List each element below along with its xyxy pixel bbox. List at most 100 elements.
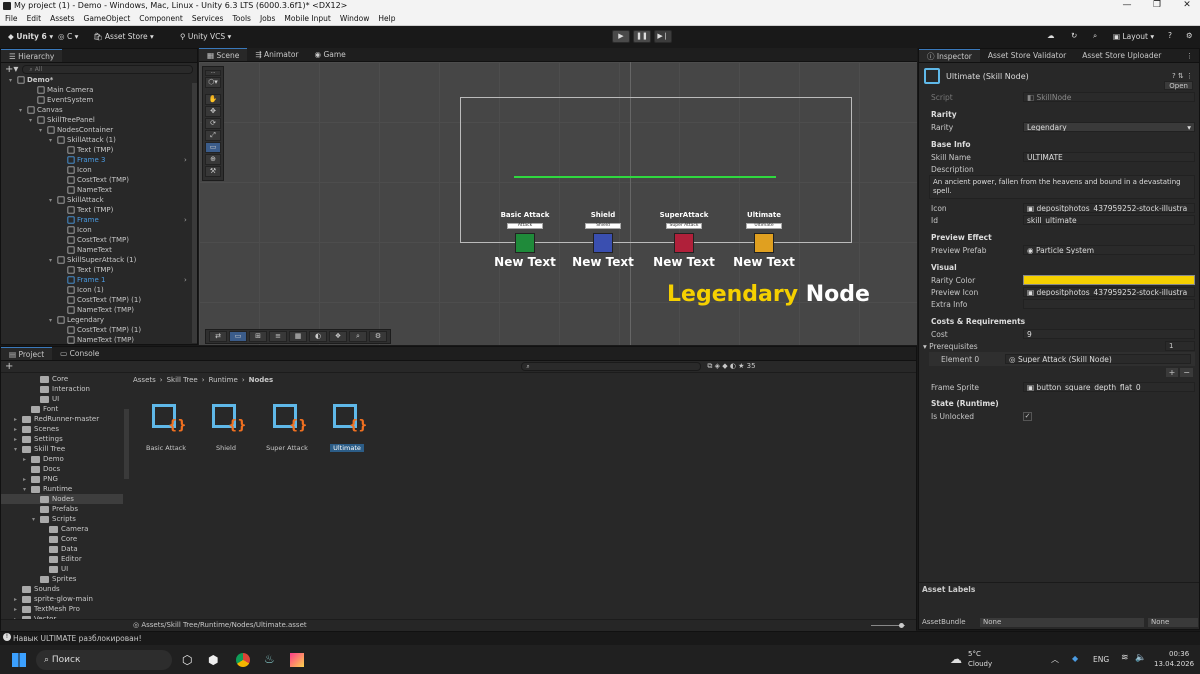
taskbar-search-input[interactable]: ⌕ Поиск: [36, 650, 172, 670]
hierarchy-item[interactable]: Frame ›: [1, 215, 191, 225]
rect-snap-icon[interactable]: ▭: [229, 331, 247, 342]
folder-item[interactable]: Camera: [1, 524, 123, 534]
expand-arrow-icon[interactable]: ▾: [32, 515, 40, 525]
folder-item[interactable]: ▾ Skill Tree: [1, 444, 123, 454]
menu-gameobject[interactable]: GameObject: [84, 13, 131, 25]
folder-item[interactable]: Core: [1, 534, 123, 544]
scale-tool-icon[interactable]: ⤢: [205, 130, 221, 141]
panel-menu-icon[interactable]: ⋮: [1186, 49, 1193, 62]
expand-arrow-icon[interactable]: ▾: [49, 196, 57, 206]
gizmos-icon[interactable]: ⚙: [369, 331, 387, 342]
tab-console[interactable]: ▭ Console: [52, 347, 107, 360]
search-scene-icon[interactable]: ⌕: [349, 331, 367, 342]
grid-snap-icon[interactable]: ≡: [269, 331, 287, 342]
folder-item[interactable]: ▸ sprite-glow-main: [1, 594, 123, 604]
windows-start-icon[interactable]: [12, 653, 26, 667]
hierarchy-item[interactable]: NameText: [1, 185, 191, 195]
folder-item[interactable]: ▸ Demo: [1, 454, 123, 464]
folder-item[interactable]: Font: [1, 404, 123, 414]
maximize-icon[interactable]: ❐: [1144, 0, 1170, 13]
hierarchy-item[interactable]: NameText: [1, 245, 191, 255]
rider-icon[interactable]: [290, 653, 304, 667]
hierarchy-item[interactable]: ▾ Canvas: [1, 105, 191, 115]
add-asset-icon[interactable]: +: [5, 361, 13, 372]
folder-item[interactable]: ▾ Scripts: [1, 514, 123, 524]
folder-item[interactable]: Editor: [1, 554, 123, 564]
tab-inspector[interactable]: ⓘ Inspector: [919, 49, 980, 62]
grid-icon[interactable]: ▦: [289, 331, 307, 342]
cloud-icon[interactable]: ☁: [1047, 31, 1055, 40]
close-icon[interactable]: ✕: [1174, 0, 1200, 13]
hierarchy-item[interactable]: ▾ Demo*: [1, 75, 191, 85]
tab-hierarchy[interactable]: ☰ Hierarchy: [1, 49, 63, 62]
folder-item[interactable]: Sprites: [1, 574, 123, 584]
vcs-button[interactable]: ⚲ Unity VCS ▾: [180, 32, 231, 41]
tab-asset-store-validator[interactable]: Asset Store Validator: [980, 49, 1074, 62]
view-options-icon[interactable]: ⬡▾: [205, 77, 221, 88]
skill-node-ultimate[interactable]: Ultimate Ultimate New Text: [724, 198, 804, 269]
tab-scene[interactable]: ▦ Scene: [199, 48, 248, 61]
add-icon[interactable]: +▾: [5, 64, 18, 75]
folder-item[interactable]: Sounds: [1, 584, 123, 594]
expand-arrow-icon[interactable]: ▾: [39, 126, 47, 136]
hierarchy-item[interactable]: CostText (TMP) (1): [1, 325, 191, 335]
hierarchy-item[interactable]: CostText (TMP): [1, 235, 191, 245]
asset-basic-attack[interactable]: {} Basic Attack: [136, 400, 196, 452]
palette-grip-icon[interactable]: ···: [205, 70, 221, 76]
hierarchy-item[interactable]: Main Camera: [1, 85, 191, 95]
folder-item[interactable]: ▸ Settings: [1, 434, 123, 444]
is-unlocked-checkbox[interactable]: ✓: [1023, 411, 1032, 421]
chevron-right-icon[interactable]: ›: [184, 155, 187, 165]
asset-shield[interactable]: {} Shield: [196, 400, 256, 452]
skill-name-field[interactable]: ULTIMATE: [1023, 152, 1195, 162]
menu-assets[interactable]: Assets: [50, 13, 74, 25]
prerequisites-row[interactable]: ▾ Prerequisites 1: [919, 340, 1199, 352]
volume-icon[interactable]: 🔈: [1135, 653, 1146, 663]
zoom-slider-handle[interactable]: [899, 623, 904, 628]
remove-element-button[interactable]: −: [1180, 367, 1193, 377]
hierarchy-item[interactable]: ▾ Legendary: [1, 315, 191, 325]
folder-item[interactable]: Interaction: [1, 384, 123, 394]
hierarchy-item[interactable]: EventSystem: [1, 95, 191, 105]
preview-icon-field[interactable]: ▣ depositphotos_437959252-stock-illustra: [1023, 287, 1195, 297]
help-icon[interactable]: ?: [1168, 31, 1172, 40]
chevron-right-icon[interactable]: ›: [184, 215, 187, 225]
project-search-input[interactable]: ⌕: [521, 362, 702, 371]
unity-hub-icon[interactable]: ⬡: [182, 653, 192, 667]
hand-tool-icon[interactable]: ✋: [205, 94, 221, 105]
folder-item[interactable]: Docs: [1, 464, 123, 474]
hierarchy-item[interactable]: Frame 3 ›: [1, 155, 191, 165]
skill-node-basic-attack[interactable]: Basic Attack Attack New Text: [485, 198, 565, 269]
tray-chevron-icon[interactable]: ︿: [1051, 654, 1059, 665]
menu-services[interactable]: Services: [192, 13, 224, 25]
folder-item[interactable]: UI: [1, 394, 123, 404]
expand-arrow-icon[interactable]: ▾: [23, 485, 31, 495]
hierarchy-item[interactable]: ▾ SkillSuperAttack (1): [1, 255, 191, 265]
hierarchy-item[interactable]: ▾ SkillAttack (1): [1, 135, 191, 145]
wifi-icon[interactable]: ≋: [1121, 653, 1129, 663]
expand-arrow-icon[interactable]: ▾: [9, 76, 17, 86]
transform-handle-icon[interactable]: ⊞: [249, 331, 267, 342]
hierarchy-search-input[interactable]: ⌕ All: [22, 64, 193, 74]
assetbundle-dropdown[interactable]: None: [980, 617, 1144, 627]
expand-arrow-icon[interactable]: ▾: [19, 106, 27, 116]
hierarchy-item[interactable]: ▾ SkillAttack: [1, 195, 191, 205]
preview-prefab-field[interactable]: ◉ Particle System: [1023, 245, 1195, 255]
menu-mobile-input[interactable]: Mobile Input: [284, 13, 330, 25]
skill-node-super-attack[interactable]: SuperAttack Super Attack New Text: [644, 198, 724, 269]
menu-window[interactable]: Window: [340, 13, 370, 25]
project-tree-scrollbar[interactable]: [124, 409, 129, 479]
folder-item[interactable]: Nodes: [1, 494, 123, 504]
open-button[interactable]: Open: [1164, 81, 1193, 90]
add-element-button[interactable]: +: [1165, 367, 1179, 377]
element0-field[interactable]: ◎ Super Attack (Skill Node): [1005, 354, 1191, 364]
hierarchy-item[interactable]: Icon (1): [1, 285, 191, 295]
pause-button[interactable]: ❚❚: [633, 30, 651, 43]
menu-edit[interactable]: Edit: [27, 13, 42, 25]
asset-labels-header[interactable]: Asset Labels: [919, 582, 1199, 596]
menu-jobs[interactable]: Jobs: [260, 13, 275, 25]
steam-icon[interactable]: ♨: [264, 652, 275, 666]
console-status-bar[interactable]: ! Навык ULTIMATE разблокирован!: [0, 631, 1200, 644]
chrome-icon[interactable]: [236, 653, 250, 667]
transform-tool-icon[interactable]: ⊕: [205, 154, 221, 165]
